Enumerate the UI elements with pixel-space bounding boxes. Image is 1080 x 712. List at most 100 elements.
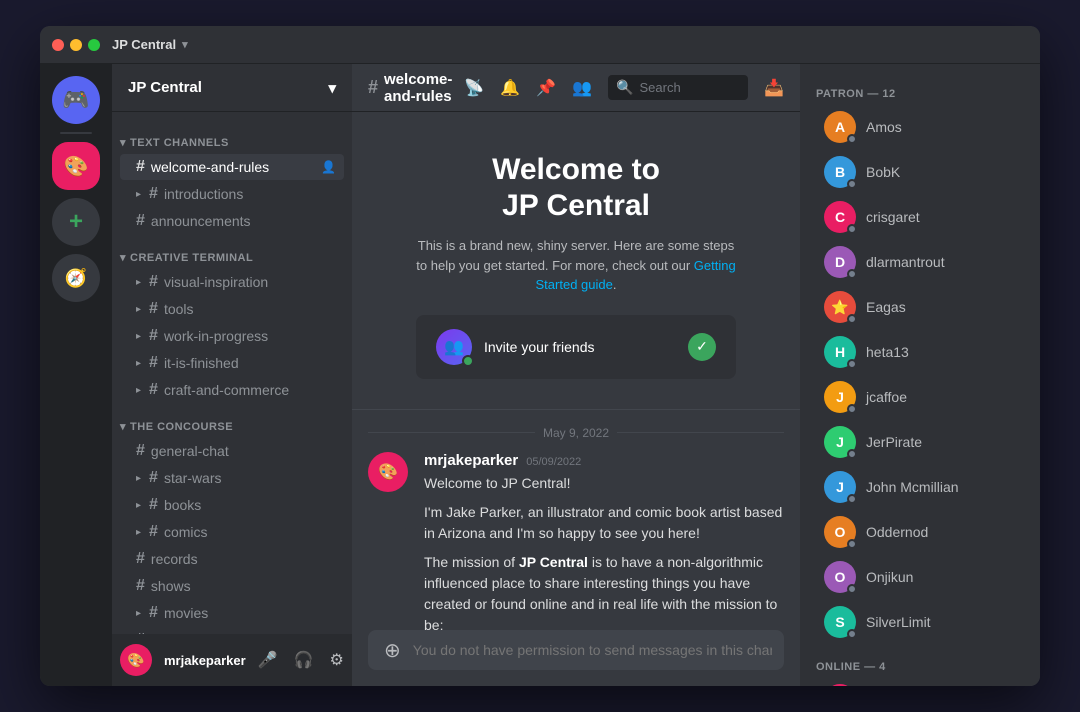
channel-name: shows <box>151 578 191 594</box>
channel-welcome-and-rules[interactable]: # welcome-and-rules 👤 <box>120 154 344 180</box>
message-timestamp: 05/09/2022 <box>526 456 581 468</box>
channel-shows[interactable]: # shows <box>120 573 344 599</box>
server-name-text: JP Central <box>128 79 202 96</box>
server-divider <box>60 132 92 134</box>
member-heta13[interactable]: H heta13 <box>808 330 1032 374</box>
voice-controls: 🎤 🎧 ⚙ <box>254 646 348 674</box>
status-indicator <box>847 494 857 504</box>
hash-icon: # <box>149 523 158 541</box>
status-indicator <box>847 629 857 639</box>
server-name-header[interactable]: JP Central ▾ <box>112 64 352 112</box>
member-avatar: O <box>824 561 856 593</box>
message-header: mrjakeparker 05/09/2022 <box>424 452 784 469</box>
member-avatar: D <box>824 246 856 278</box>
channel-sidebar: JP Central ▾ ▾ TEXT CHANNELS # welcome-a… <box>112 64 352 686</box>
channel-flora-and-fauna[interactable]: # flora-and-fauna <box>120 627 344 634</box>
channel-name: announcements <box>151 213 251 229</box>
members-icon[interactable]: 👥 <box>572 78 592 98</box>
add-server-button[interactable]: + <box>52 198 100 246</box>
member-crisgaret[interactable]: C crisgaret <box>808 195 1032 239</box>
category-the-concourse[interactable]: ▾ THE CONCOURSE <box>112 404 352 437</box>
category-arrow-icon: ▾ <box>120 136 126 149</box>
channel-work-in-progress[interactable]: ▸ # work-in-progress <box>120 323 344 349</box>
member-name: SilverLimit <box>866 614 931 630</box>
channel-craft-and-commerce[interactable]: ▸ # craft-and-commerce <box>120 377 344 403</box>
date-label: May 9, 2022 <box>543 426 609 440</box>
search-icon: 🔍 <box>616 79 633 96</box>
hash-icon: # <box>149 496 158 514</box>
titlebar: JP Central ▾ <box>40 26 1040 64</box>
hash-icon: # <box>136 212 145 230</box>
hash-icon: # <box>149 604 158 622</box>
search-box[interactable]: 🔍 <box>608 75 748 100</box>
message-content: mrjakeparker 05/09/2022 Welcome to JP Ce… <box>424 452 784 631</box>
channel-name: general-chat <box>151 443 229 459</box>
channel-name: visual-inspiration <box>164 274 268 290</box>
member-bobk[interactable]: B BobK <box>808 150 1032 194</box>
explore-servers-button[interactable]: 🧭 <box>52 254 100 302</box>
mute-button[interactable]: 🎤 <box>254 646 282 674</box>
member-amos[interactable]: A Amos <box>808 105 1032 149</box>
member-jerpirate[interactable]: J JerPirate <box>808 420 1032 464</box>
status-indicator <box>847 539 857 549</box>
channel-name: craft-and-commerce <box>164 382 289 398</box>
member-john-mcmillian[interactable]: J John Mcmillian <box>808 465 1032 509</box>
channel-name: welcome-and-rules <box>151 159 269 175</box>
deafen-button[interactable]: 🎧 <box>290 646 318 674</box>
hash-icon: # <box>368 77 378 98</box>
member-onjikun[interactable]: O Onjikun <box>808 555 1032 599</box>
member-name: JerPirate <box>866 434 922 450</box>
member-eagas[interactable]: ⭐ Eagas <box>808 285 1032 329</box>
channel-introductions[interactable]: ▸ # introductions <box>120 181 344 207</box>
user-settings-button[interactable]: ⚙ <box>326 646 348 674</box>
channel-movies[interactable]: ▸ # movies <box>120 600 344 626</box>
channel-list: ▾ TEXT CHANNELS # welcome-and-rules 👤 ▸ … <box>112 112 352 634</box>
hash-icon: # <box>136 631 145 634</box>
invite-avatar: 👥 <box>436 329 472 365</box>
status-indicator <box>847 404 857 414</box>
member-name: John Mcmillian <box>866 479 959 495</box>
member-name: Onjikun <box>866 569 913 585</box>
channel-tools[interactable]: ▸ # tools <box>120 296 344 322</box>
welcome-title: Welcome toJP Central <box>412 152 740 224</box>
channel-it-is-finished[interactable]: ▸ # it-is-finished <box>120 350 344 376</box>
pins-icon[interactable]: 📌 <box>536 78 556 98</box>
member-name: dlarmantrout <box>866 254 945 270</box>
member-jcaffoe[interactable]: J jcaffoe <box>808 375 1032 419</box>
channel-general-chat[interactable]: # general-chat <box>120 438 344 464</box>
member-silverlimit[interactable]: S SilverLimit <box>808 600 1032 644</box>
search-input[interactable] <box>640 80 741 95</box>
channel-comics[interactable]: ▸ # comics <box>120 519 344 545</box>
add-user-icon: 👤 <box>321 160 336 174</box>
server-icon-jp-central[interactable]: 🎨 <box>52 142 100 190</box>
member-mrjakeparker[interactable]: 🎨 mrjakeparker 👑 <box>808 678 1032 686</box>
arrow-icon: ▸ <box>136 304 141 315</box>
category-text-channels[interactable]: ▾ TEXT CHANNELS <box>112 120 352 153</box>
threads-icon[interactable]: 📡 <box>464 78 484 98</box>
inbox-icon[interactable]: 📥 <box>764 78 784 98</box>
attach-button[interactable]: ⊕ <box>380 634 405 667</box>
member-name: Amos <box>866 119 902 135</box>
channel-star-wars[interactable]: ▸ # star-wars <box>120 465 344 491</box>
maximize-button[interactable] <box>88 39 100 51</box>
username-text: mrjakeparker <box>164 653 246 668</box>
channel-visual-inspiration[interactable]: ▸ # visual-inspiration <box>120 269 344 295</box>
channel-books[interactable]: ▸ # books <box>120 492 344 518</box>
close-button[interactable] <box>52 39 64 51</box>
member-oddernod[interactable]: O Oddernod <box>808 510 1032 554</box>
member-avatar: J <box>824 471 856 503</box>
notifications-icon[interactable]: 🔔 <box>500 78 520 98</box>
category-creative-terminal[interactable]: ▾ CREATIVE TERMINAL <box>112 235 352 268</box>
message-bold-text: JP Central <box>519 554 588 570</box>
channel-announcements[interactable]: # announcements <box>120 208 344 234</box>
server-icon-discord[interactable]: 🎮 <box>52 76 100 124</box>
message-input <box>413 630 772 670</box>
arrow-icon: ▸ <box>136 331 141 342</box>
member-dlarmantrout[interactable]: D dlarmantrout <box>808 240 1032 284</box>
online-status-badge <box>462 355 474 367</box>
message-item: 🎨 mrjakeparker 05/09/2022 Welcome to JP … <box>352 448 800 631</box>
category-label: THE CONCOURSE <box>130 421 233 433</box>
channel-records[interactable]: # records <box>120 546 344 572</box>
minimize-button[interactable] <box>70 39 82 51</box>
message-greeting: Welcome to JP Central! <box>424 473 784 494</box>
